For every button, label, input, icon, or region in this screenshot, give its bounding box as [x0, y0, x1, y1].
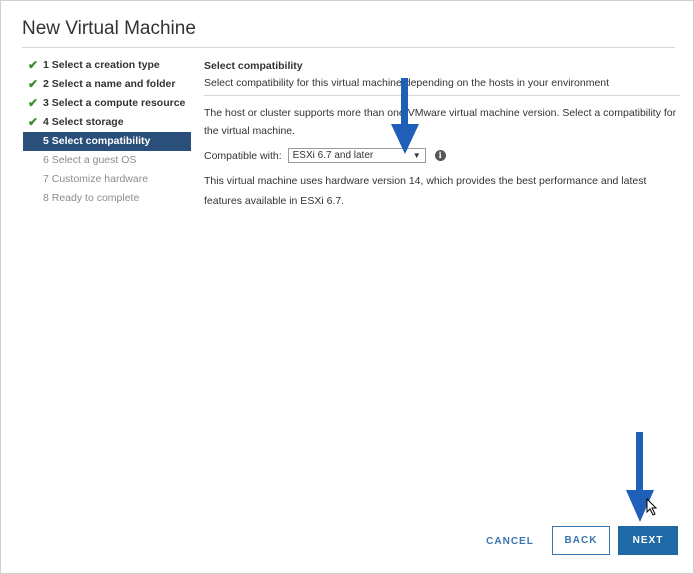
next-button[interactable]: NEXT	[618, 526, 678, 555]
info-icon[interactable]: i	[434, 150, 446, 161]
dialog-title: New Virtual Machine	[22, 18, 196, 39]
step-label: 6 Select a guest OS	[43, 154, 137, 166]
cancel-button[interactable]: CANCEL	[477, 528, 543, 556]
step-4[interactable]: ✔ 4 Select storage	[23, 113, 191, 132]
step-label: 7 Customize hardware	[43, 173, 149, 185]
step-label: 8 Ready to complete	[43, 192, 140, 204]
compatibility-select[interactable]: ESXi 6.7 and later ▼	[287, 148, 426, 163]
checkmark-icon: ✔	[27, 58, 39, 72]
hardware-version-text: This virtual machine uses hardware versi…	[204, 175, 647, 207]
section-heading: Select compatibility	[204, 60, 303, 72]
step-label: 2 Select a name and folder	[43, 78, 176, 90]
step-7: 7 Customize hardware	[23, 170, 191, 189]
section-description: Select compatibility for this virtual ma…	[204, 77, 610, 89]
step-3[interactable]: ✔ 3 Select a compute resource	[23, 94, 191, 113]
step-6: 6 Select a guest OS	[23, 151, 191, 170]
step-label: 4 Select storage	[43, 116, 124, 128]
step-1[interactable]: ✔ 1 Select a creation type	[23, 56, 191, 75]
step-label: 5 Select compatibility	[43, 135, 151, 147]
back-button[interactable]: BACK	[552, 526, 610, 555]
step-2[interactable]: ✔ 2 Select a name and folder	[23, 75, 191, 94]
step-label: 3 Select a compute resource	[43, 97, 186, 109]
version-info-text: The host or cluster supports more than o…	[204, 107, 677, 137]
compatibility-row: Compatible with: ESXi 6.7 and later ▼ i	[204, 148, 680, 163]
title-divider	[22, 47, 675, 48]
wizard-steps: ✔ 1 Select a creation type ✔ 2 Select a …	[23, 56, 191, 208]
step-8: 8 Ready to complete	[23, 189, 191, 208]
checkmark-icon: ✔	[27, 115, 39, 129]
content-divider	[204, 95, 680, 96]
checkmark-icon: ✔	[27, 77, 39, 91]
step-label: 1 Select a creation type	[43, 59, 160, 71]
checkmark-icon: ✔	[27, 96, 39, 110]
new-vm-dialog: New Virtual Machine ✔ 1 Select a creatio…	[0, 0, 694, 574]
compat-selected-value: ESXi 6.7 and later	[292, 150, 374, 161]
step-5[interactable]: 5 Select compatibility	[23, 132, 191, 151]
dropdown-arrow-icon: ▼	[412, 151, 421, 160]
compatibility-panel: Select compatibility Select compatibilit…	[204, 56, 680, 211]
compat-label: Compatible with:	[204, 149, 282, 162]
